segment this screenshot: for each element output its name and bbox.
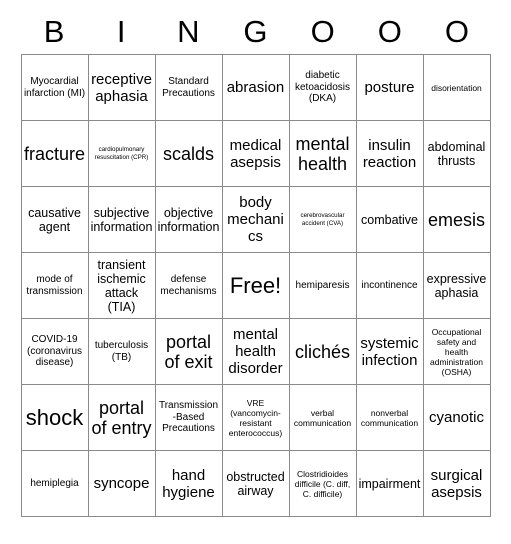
bingo-row: hemiplegia syncope hand hygiene obstructed … (20, 450, 491, 517)
bingo-cell[interactable]: verbal communication (288, 384, 357, 451)
bingo-cell[interactable]: objective information (154, 186, 223, 253)
bingo-cell[interactable]: VRE (vancomycin-resistant enterococcus) (221, 384, 290, 451)
bingo-cell[interactable]: body mechanics (221, 186, 290, 253)
bingo-cell[interactable]: Standard Precautions (154, 54, 223, 121)
bingo-cell[interactable]: medical asepsis (221, 120, 290, 187)
bingo-header-letter-0: B (43, 14, 65, 49)
bingo-cell[interactable]: hemiplegia (20, 450, 89, 517)
bingo-cell[interactable]: posture (355, 54, 424, 121)
bingo-cell[interactable]: mental health (288, 120, 357, 187)
bingo-cell[interactable]: incontinence (355, 252, 424, 319)
bingo-cell[interactable]: clichés (288, 318, 357, 385)
bingo-cell[interactable]: abrasion (221, 54, 290, 121)
bingo-row: fracture cardiopulmonary resuscitation (C… (20, 120, 491, 187)
bingo-row: causative agent subjective information obj… (20, 186, 491, 253)
bingo-cell[interactable]: hemiparesis (288, 252, 357, 319)
bingo-cell[interactable]: cardiopulmonary resuscitation (CPR) (87, 120, 156, 187)
bingo-header-letter-4: O (310, 14, 335, 49)
bingo-header-letter-1: I (116, 14, 126, 49)
bingo-cell[interactable]: insulin reaction (355, 120, 424, 187)
bingo-cell[interactable]: impairment (355, 450, 424, 517)
bingo-free-space-cell[interactable]: Free! (221, 252, 290, 319)
bingo-card: B I N G O O O Myocardial infarction (MI) recept… (0, 0, 511, 544)
bingo-cell[interactable]: systemic infection (355, 318, 424, 385)
bingo-cell[interactable]: tuberculosis (TB) (87, 318, 156, 385)
bingo-cell[interactable]: combative (355, 186, 424, 253)
bingo-grid: Myocardial infarction (MI) receptive apha… (20, 54, 491, 517)
bingo-cell[interactable]: cyanotic (422, 384, 491, 451)
bingo-cell[interactable]: transient ischemic attack (TIA) (87, 252, 156, 319)
bingo-header-letter-3: G (243, 14, 268, 49)
bingo-cell[interactable]: portal of entry (87, 384, 156, 451)
bingo-row: COVID-19 (coronavirus disease) tuberculos… (20, 318, 491, 385)
bingo-cell[interactable]: surgical asepsis (422, 450, 491, 517)
bingo-cell[interactable]: hand hygiene (154, 450, 223, 517)
bingo-cell[interactable]: fracture (20, 120, 89, 187)
bingo-cell[interactable]: Transmission-Based Precautions (154, 384, 223, 451)
bingo-cell[interactable]: abdominal thrusts (422, 120, 491, 187)
bingo-header-letter-6: O (444, 14, 469, 49)
bingo-cell[interactable]: obstructed airway (221, 450, 290, 517)
bingo-cell[interactable]: mental health disorder (221, 318, 290, 385)
bingo-cell[interactable]: Occupational safety and health administr… (422, 318, 491, 385)
bingo-cell[interactable]: expressive aphasia (422, 252, 491, 319)
bingo-cell[interactable]: defense mechanisms (154, 252, 223, 319)
bingo-cell[interactable]: emesis (422, 186, 491, 253)
bingo-header-row: BINGOOO (21, 0, 491, 50)
bingo-cell[interactable]: COVID-19 (coronavirus disease) (20, 318, 89, 385)
bingo-row: mode of transmission transient ischemic a… (20, 252, 491, 319)
bingo-cell[interactable]: portal of exit (154, 318, 223, 385)
bingo-cell[interactable]: mode of transmission (20, 252, 89, 319)
bingo-header-letter-5: O (377, 14, 402, 49)
bingo-cell[interactable]: scalds (154, 120, 223, 187)
bingo-cell[interactable]: syncope (87, 450, 156, 517)
bingo-cell[interactable]: nonverbal communication (355, 384, 424, 451)
bingo-grid-body: Myocardial infarction (MI) receptive apha… (20, 54, 491, 517)
bingo-cell[interactable]: shock (20, 384, 89, 451)
bingo-cell[interactable]: receptive aphasia (87, 54, 156, 121)
bingo-cell[interactable]: diabetic ketoacidosis (DKA) (288, 54, 357, 121)
bingo-cell[interactable]: cerebrovascular accident (CVA) (288, 186, 357, 253)
bingo-cell[interactable]: Clostridioides difficile (C. diff, C. di… (288, 450, 357, 517)
bingo-cell[interactable]: subjective information (87, 186, 156, 253)
bingo-row: shock portal of entry Transmission-Based P… (20, 384, 491, 451)
bingo-cell[interactable]: Myocardial infarction (MI) (20, 54, 89, 121)
bingo-header-letter-2: N (177, 14, 200, 49)
bingo-cell[interactable]: disorientation (422, 54, 491, 121)
bingo-cell[interactable]: causative agent (20, 186, 89, 253)
bingo-row: Myocardial infarction (MI) receptive apha… (20, 54, 491, 121)
